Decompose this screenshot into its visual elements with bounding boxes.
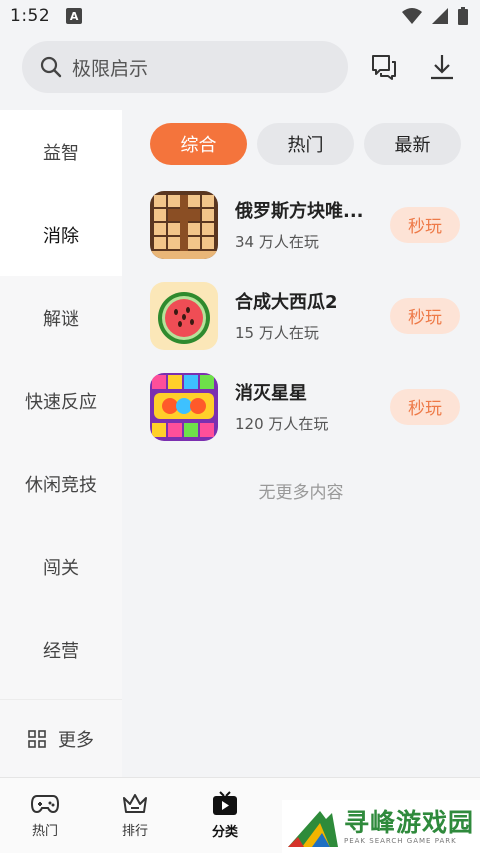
sidebar-item-label: 快速反应 <box>25 391 97 413</box>
mountain-logo-icon <box>288 810 338 847</box>
battery-icon <box>458 7 468 25</box>
sidebar-more-label: 更多 <box>58 729 94 751</box>
search-icon <box>40 56 62 78</box>
sidebar-item-label: 休闲竞技 <box>25 474 97 496</box>
filter-chip-hot[interactable]: 热门 <box>257 123 354 165</box>
sidebar-item-elimination[interactable]: 消除 <box>0 193 122 276</box>
sidebar-item-label: 益智 <box>43 142 79 164</box>
filter-chip-newest[interactable]: 最新 <box>364 123 461 165</box>
sidebar-item-management[interactable]: 经营 <box>0 608 122 691</box>
player-count: 34 万人在玩 <box>235 233 319 251</box>
watermark-subtitle: PEAK SEARCH GAME PARK <box>344 836 457 845</box>
wifi-icon <box>402 8 422 24</box>
watermelon-icon <box>150 281 218 350</box>
list-item[interactable]: 俄罗斯方块唯... 34 万人在玩 秒玩 <box>122 179 480 270</box>
sidebar-item-label: 闯关 <box>43 557 79 579</box>
message-button[interactable] <box>368 51 400 83</box>
search-input[interactable]: 极限启示 <box>72 54 148 81</box>
game-title: 合成大西瓜2 <box>235 292 338 313</box>
category-sidebar: 益智 消除 解谜 快速反应 休闲竞技 闯关 经营 更多 <box>0 110 122 777</box>
grid-icon <box>28 729 46 748</box>
tab-ranking[interactable]: 排行 <box>90 778 180 853</box>
game-title: 俄罗斯方块唯... <box>235 201 364 222</box>
status-time: 1:52 <box>10 6 51 26</box>
game-content: 综合 热门 最新 俄罗斯方块唯... 34 万人在玩 秒玩 合成大西瓜2 15 … <box>122 110 480 777</box>
pop-star-icon <box>150 372 218 441</box>
tab-hot[interactable]: 热门 <box>0 778 90 853</box>
play-button[interactable]: 秒玩 <box>390 297 460 334</box>
sidebar-item-puzzle[interactable]: 益智 <box>0 110 122 193</box>
header: 极限启示 <box>0 32 480 102</box>
sidebar-item-levels[interactable]: 闯关 <box>0 525 122 608</box>
download-button[interactable] <box>426 51 458 83</box>
sidebar-item-reaction[interactable]: 快速反应 <box>0 359 122 442</box>
sidebar-item-casual-competitive[interactable]: 休闲竞技 <box>0 442 122 525</box>
list-item[interactable]: 消灭星星 120 万人在玩 秒玩 <box>122 361 480 452</box>
no-more-content: 无更多内容 <box>258 483 344 503</box>
tab-label: 分类 <box>211 825 238 840</box>
search-bar[interactable]: 极限启示 <box>22 41 348 93</box>
status-bar: 1:52 A <box>0 0 480 32</box>
crown-icon <box>123 794 147 813</box>
sidebar-item-label: 解谜 <box>43 308 79 330</box>
filter-chip-overall[interactable]: 综合 <box>150 123 247 165</box>
tv-play-icon <box>213 791 237 815</box>
play-button[interactable]: 秒玩 <box>390 206 460 243</box>
tab-label: 排行 <box>121 824 148 839</box>
chat-icon <box>372 55 396 80</box>
signal-icon <box>432 8 448 24</box>
filter-chips: 综合 热门 最新 <box>122 110 480 165</box>
play-button[interactable]: 秒玩 <box>390 388 460 425</box>
game-list: 俄罗斯方块唯... 34 万人在玩 秒玩 合成大西瓜2 15 万人在玩 秒玩 消… <box>122 179 480 452</box>
wood-block-puzzle-icon <box>150 190 218 259</box>
sidebar-more-button[interactable]: 更多 <box>0 699 122 777</box>
notification-icon: A <box>66 8 83 24</box>
watermark-title: 寻峰游戏园 <box>344 807 475 837</box>
list-item[interactable]: 合成大西瓜2 15 万人在玩 秒玩 <box>122 270 480 361</box>
sidebar-item-label: 经营 <box>43 640 79 662</box>
tab-category[interactable]: 分类 <box>180 778 270 853</box>
download-icon <box>431 55 453 80</box>
gamepad-icon <box>30 795 60 814</box>
game-title: 消灭星星 <box>235 383 307 404</box>
tab-label: 热门 <box>31 824 58 839</box>
sidebar-item-label: 消除 <box>43 225 79 247</box>
watermark: 寻峰游戏园 PEAK SEARCH GAME PARK <box>282 800 480 853</box>
player-count: 120 万人在玩 <box>235 415 329 433</box>
player-count: 15 万人在玩 <box>235 324 319 342</box>
sidebar-item-riddle[interactable]: 解谜 <box>0 276 122 359</box>
